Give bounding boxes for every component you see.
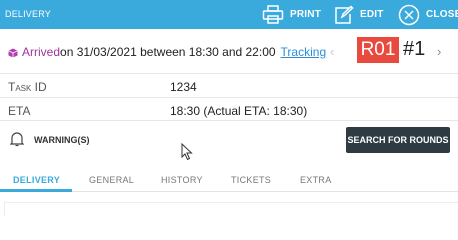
tab-history[interactable]: HISTORY: [161, 175, 203, 185]
tracking-link[interactable]: Tracking: [281, 45, 327, 59]
tab-content-panel: [4, 202, 458, 216]
status-state: Arrived: [22, 45, 61, 59]
tab-extra[interactable]: EXTRA: [300, 175, 332, 185]
print-label: PRINT: [290, 9, 321, 20]
close-icon: [398, 4, 420, 26]
task-id-value: 1234: [170, 80, 197, 94]
warnings-toggle[interactable]: WARNING(S): [9, 131, 90, 149]
printer-icon: [262, 4, 284, 25]
bell-icon: [9, 131, 25, 149]
next-route-icon[interactable]: ›: [437, 44, 441, 59]
edit-button[interactable]: EDIT: [334, 0, 384, 29]
header-bar: DELIVERY PRINT EDIT CLOSE: [0, 0, 458, 29]
route-badge: R01: [357, 37, 399, 63]
tab-tickets[interactable]: TICKETS: [231, 175, 271, 185]
eta-label: ETA: [8, 104, 31, 118]
edit-icon: [334, 4, 354, 25]
status-detail: on 31/03/2021 between 18:30 and 22:00: [60, 45, 276, 59]
prev-route-icon[interactable]: ‹: [330, 44, 334, 59]
active-tab-indicator: [0, 189, 72, 192]
mouse-cursor-icon: [181, 142, 193, 166]
tab-general[interactable]: GENERAL: [89, 175, 134, 185]
eta-value: 18:30 (Actual ETA: 18:30): [170, 104, 308, 118]
tab-delivery[interactable]: DELIVERY: [13, 175, 60, 185]
warnings-label: WARNING(S): [34, 135, 90, 145]
search-rounds-button[interactable]: SEARCH FOR ROUNDS: [346, 127, 450, 153]
edit-label: EDIT: [360, 9, 384, 20]
package-icon: [8, 47, 18, 58]
task-id-label: Task ID: [8, 80, 47, 94]
tab-bar: DELIVERY GENERAL HISTORY TICKETS EXTRA: [0, 168, 458, 192]
close-label: CLOSE: [426, 9, 458, 20]
delivery-status: Arrived on 31/03/2021 between 18:30 and …: [8, 45, 326, 59]
print-button[interactable]: PRINT: [262, 0, 321, 29]
route-stop-number: #1: [403, 38, 426, 60]
eta-row: ETA 18:30 (Actual ETA: 18:30): [0, 97, 458, 121]
close-button[interactable]: CLOSE: [398, 0, 458, 29]
header-title: DELIVERY: [5, 9, 51, 19]
task-id-row: Task ID 1234: [0, 73, 458, 97]
